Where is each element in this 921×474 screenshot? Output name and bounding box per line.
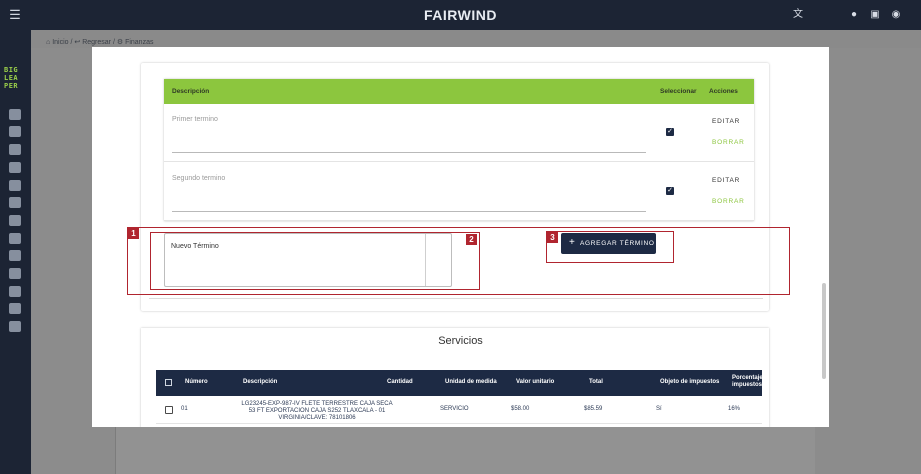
services-title: Servicios (438, 335, 483, 347)
annotation-number-3: 3 (547, 232, 558, 243)
breadcrumb-back[interactable]: Regresar (82, 39, 111, 46)
edit-button[interactable]: EDITAR (712, 177, 740, 184)
logo: BIG LEA PER (4, 66, 28, 90)
table-row: 01 LG23245-EXP-987-IV FLETE TERRESTRE CA… (156, 396, 762, 424)
term-field-label: Primer termino (172, 116, 218, 123)
cell-unit: SERVICIO (440, 406, 469, 412)
route-icon[interactable] (9, 215, 21, 226)
services-table-header: Número Descripción Cantidad Unidad de me… (156, 370, 763, 396)
bell-icon[interactable]: ● (848, 9, 860, 21)
breadcrumb-home[interactable]: Inicio (52, 39, 68, 46)
breadcrumb: ⌂ Inicio / ↩ Regresar / ⚙ Finanzas (46, 38, 153, 46)
column-actions: Acciones (709, 88, 738, 95)
breadcrumb-separator: / ↩ (70, 39, 83, 46)
cell-tax-object: Sí (656, 406, 662, 412)
term-field-label: Segundo termino (172, 175, 226, 182)
modal-scrollbar[interactable] (822, 283, 826, 379)
terms-table-header: Descripción Seleccionar Acciones (164, 79, 754, 104)
top-app-bar: ☰ FAIRWIND 文 ● ▣ ◉ (0, 0, 921, 30)
help-icon[interactable] (9, 286, 21, 297)
chat-icon[interactable]: ▣ (869, 9, 881, 21)
breadcrumb-current: Finanzas (125, 39, 154, 46)
cell-number: 01 (181, 406, 188, 412)
column-unit-value: Valor unitario (516, 379, 555, 385)
cell-total: $85.59 (584, 406, 603, 412)
column-tax-object: Objeto de impuestos (660, 379, 720, 385)
logo-line: BIG (4, 66, 19, 74)
cell-tax-percent: 16% (728, 406, 741, 412)
column-description: Descripción (172, 88, 210, 95)
account-icon[interactable]: ◉ (890, 9, 902, 21)
page-background-panel (115, 427, 815, 474)
card-icon[interactable] (9, 268, 21, 279)
table-row: Primer termino ✓ EDITAR BORRAR (164, 104, 754, 162)
box-icon[interactable] (9, 162, 21, 173)
select-checkbox[interactable]: ✓ (666, 128, 674, 136)
tag-icon[interactable] (9, 180, 21, 191)
divider (149, 298, 763, 299)
logo-line: LEA (4, 74, 19, 82)
select-checkbox[interactable]: ✓ (666, 187, 674, 195)
annotation-number-2: 2 (466, 234, 477, 245)
cell-description: LG23245-EXP-987-IV FLETE TERRESTRE CAJA … (241, 401, 393, 421)
annotation-number-1: 1 (128, 228, 139, 239)
column-total: Total (589, 379, 603, 385)
search-icon[interactable] (9, 303, 21, 314)
annotation-box-2 (150, 232, 480, 290)
delete-button[interactable]: BORRAR (712, 198, 745, 205)
table-row: Segundo termino ✓ EDITAR BORRAR (164, 163, 754, 221)
edit-button[interactable]: EDITAR (712, 118, 740, 125)
sidebar: BIG LEA PER (0, 30, 31, 474)
book-icon[interactable] (9, 321, 21, 332)
breadcrumb-separator: / ⚙ (112, 39, 126, 46)
list-icon[interactable] (9, 197, 21, 208)
annotation-box-3 (546, 231, 674, 263)
services-table: Número Descripción Cantidad Unidad de me… (156, 370, 763, 427)
column-quantity: Cantidad (387, 379, 413, 385)
clipboard-icon[interactable] (9, 109, 21, 120)
column-description: Descripción (243, 379, 278, 385)
check-icon[interactable] (9, 144, 21, 155)
logo-line: PER (4, 82, 19, 90)
column-select: Seleccionar (660, 88, 697, 95)
brand-title: FAIRWIND (424, 7, 497, 23)
send-icon[interactable] (9, 233, 21, 244)
column-unit: Unidad de medida (445, 379, 497, 385)
translate-icon[interactable]: 文 (792, 9, 804, 21)
column-tax-percent-line: Porcentaje (732, 375, 763, 381)
term-input[interactable] (172, 211, 646, 212)
palette-icon[interactable] (9, 250, 21, 261)
column-tax-percent-line: impuestos (732, 382, 763, 388)
home-icon: ⌂ (46, 39, 51, 46)
cell-unit-value: $58.00 (511, 406, 530, 412)
select-all-checkbox[interactable] (165, 379, 172, 386)
terms-table: Descripción Seleccionar Acciones Primer … (164, 79, 754, 221)
delete-button[interactable]: BORRAR (712, 139, 745, 146)
term-input[interactable] (172, 152, 646, 153)
column-tax-percent: Porcentaje impuestos (732, 375, 763, 389)
info-icon[interactable] (9, 126, 21, 137)
column-number: Número (185, 379, 208, 385)
row-checkbox[interactable] (165, 406, 173, 414)
